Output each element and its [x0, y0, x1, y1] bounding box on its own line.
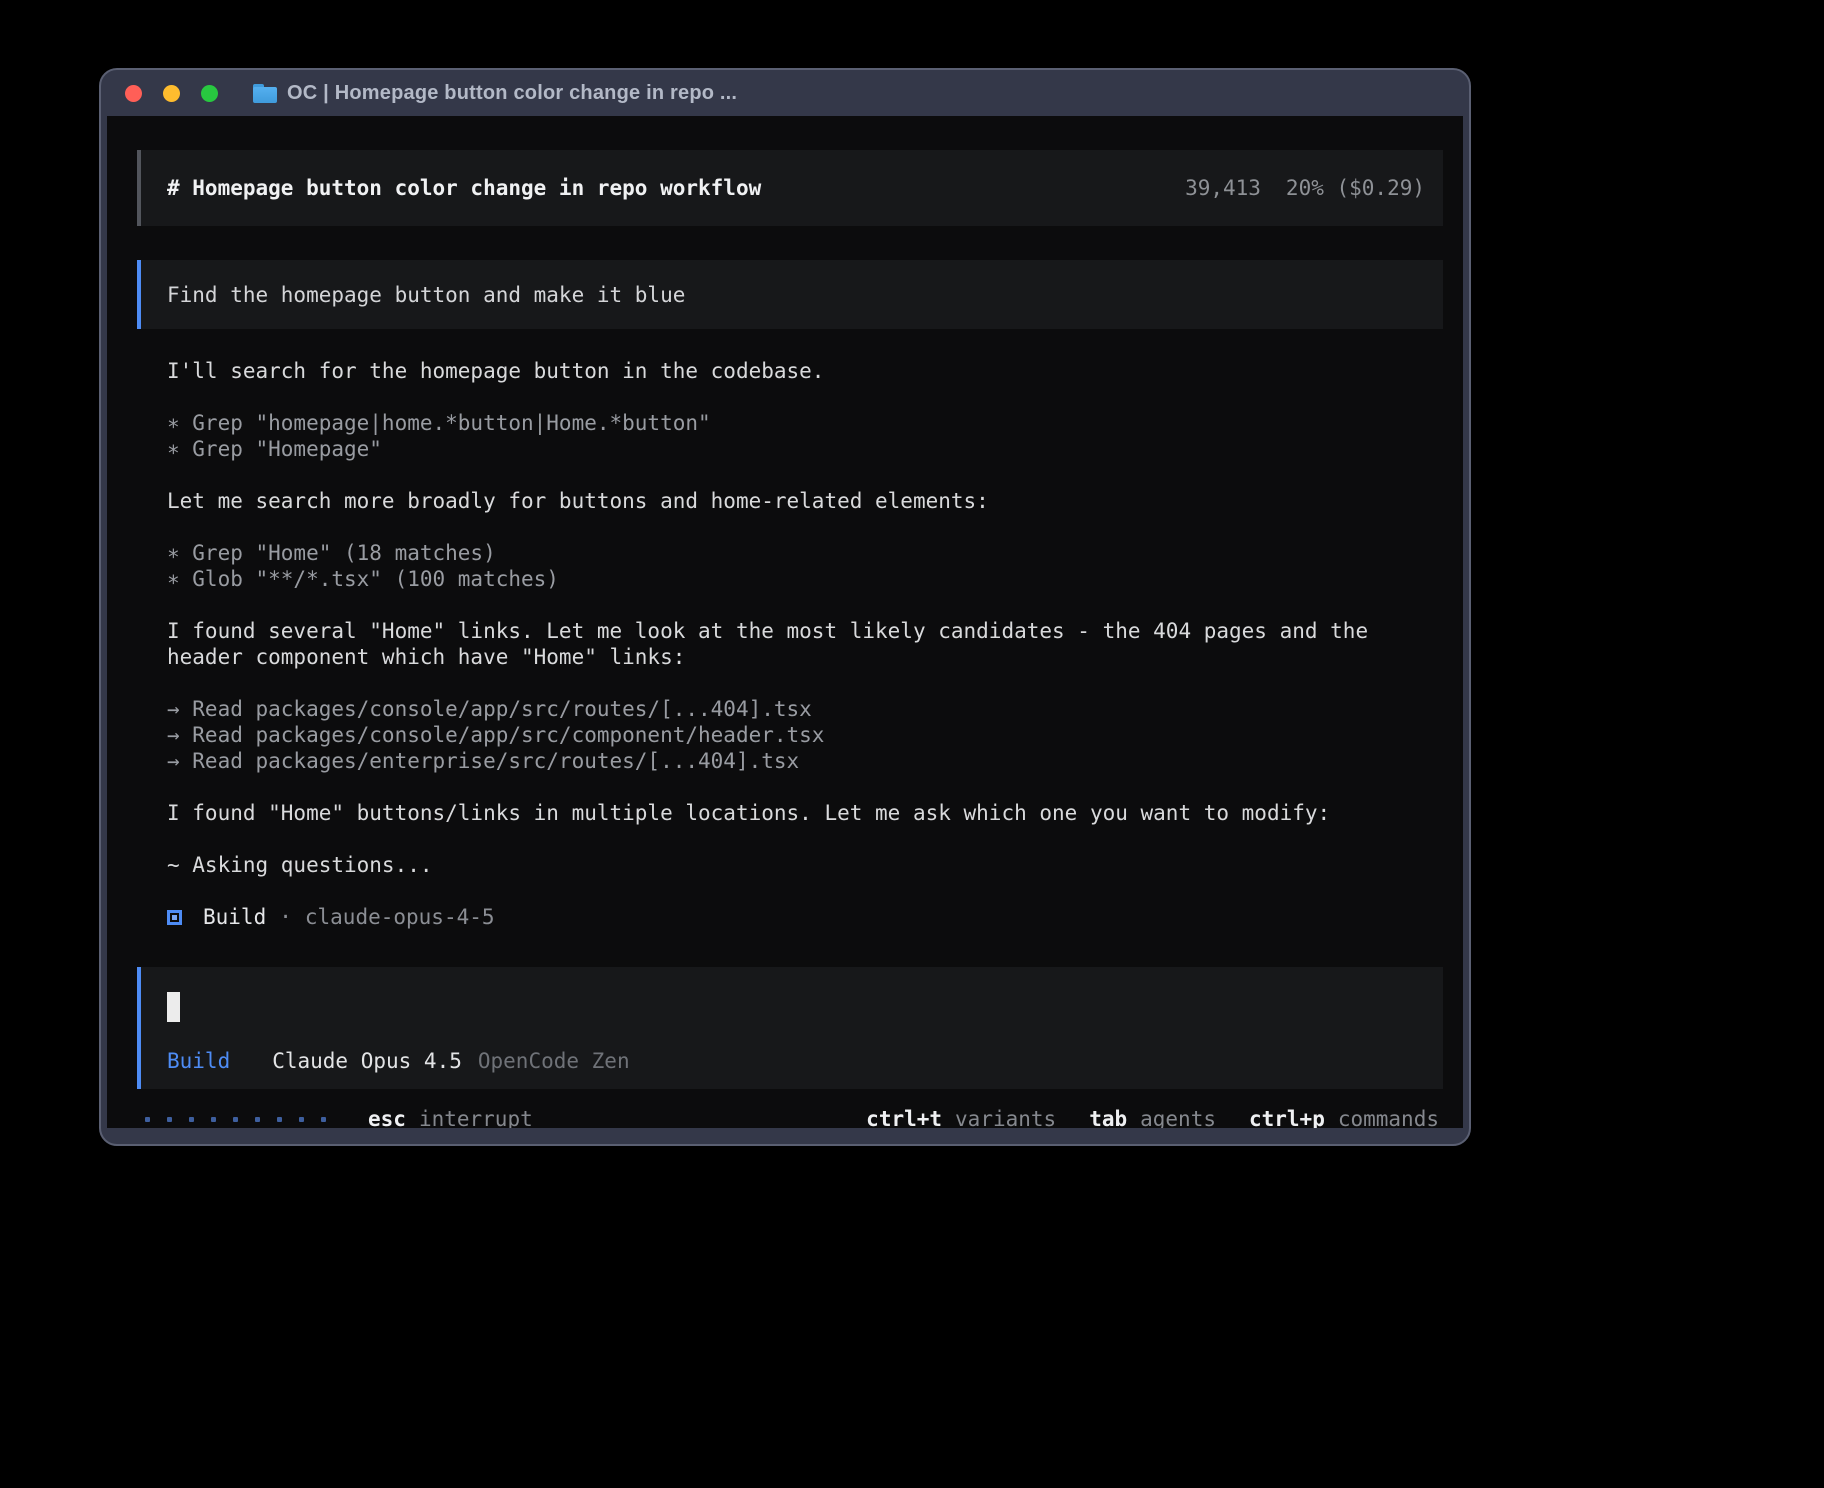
activity-dot — [189, 1117, 194, 1122]
tool-call-read: → Read packages/enterprise/src/routes/[.… — [167, 748, 1453, 774]
activity-dot — [277, 1117, 282, 1122]
assistant-text: I found several "Home" links. Let me loo… — [167, 618, 1453, 670]
activity-dots — [145, 1117, 326, 1122]
token-count: 39,413 — [1185, 176, 1261, 200]
activity-dot — [211, 1117, 216, 1122]
assistant-text: I'll search for the homepage button in t… — [167, 358, 1453, 384]
activity-dot — [145, 1117, 150, 1122]
build-agent-icon — [167, 910, 182, 925]
conversation: I'll search for the homepage button in t… — [167, 358, 1453, 930]
minimize-button[interactable] — [163, 85, 180, 102]
tool-call-grep: ∗ Grep "homepage|home.*button|Home.*butt… — [167, 410, 1453, 436]
user-message: Find the homepage button and make it blu… — [137, 260, 1443, 329]
session-header: # Homepage button color change in repo w… — [137, 150, 1443, 226]
close-button[interactable] — [125, 85, 142, 102]
window-title: OC | Homepage button color change in rep… — [287, 82, 737, 105]
commands-hint: ctrl+p commands — [1249, 1107, 1439, 1128]
session-stats: 39,413 20% ($0.29) — [1185, 176, 1425, 200]
titlebar[interactable]: OC | Homepage button color change in rep… — [101, 70, 1469, 116]
interrupt-hint: esc interrupt — [368, 1107, 533, 1128]
activity-dot — [255, 1117, 260, 1122]
prompt-input[interactable]: Build Claude Opus 4.5 OpenCode Zen — [137, 967, 1443, 1089]
activity-dot — [233, 1117, 238, 1122]
agent-model: claude-opus-4-5 — [305, 904, 495, 930]
status-bar: esc interrupt ctrl+t variants tab agents… — [137, 1097, 1443, 1128]
input-footer: Build Claude Opus 4.5 OpenCode Zen — [167, 1049, 630, 1073]
tool-call-read: → Read packages/console/app/src/routes/[… — [167, 696, 1453, 722]
user-message-text: Find the homepage button and make it blu… — [167, 283, 685, 307]
agent-name: Build — [203, 904, 266, 930]
activity-dot — [299, 1117, 304, 1122]
agent-attribution: Build · claude-opus-4-5 — [167, 904, 1453, 930]
folder-icon — [253, 84, 277, 103]
mode-badge[interactable]: Build — [167, 1049, 230, 1073]
agent-separator: · — [279, 904, 292, 930]
esc-key: esc — [368, 1107, 406, 1128]
context-cost: 20% ($0.29) — [1286, 176, 1425, 200]
text-cursor — [167, 992, 180, 1022]
tool-call-grep: ∗ Grep "Home" (18 matches) — [167, 540, 1453, 566]
agents-hint: tab agents — [1089, 1107, 1216, 1128]
tool-call-glob: ∗ Glob "**/*.tsx" (100 matches) — [167, 566, 1453, 592]
zoom-button[interactable] — [201, 85, 218, 102]
tool-call-read: → Read packages/console/app/src/componen… — [167, 722, 1453, 748]
activity-dot — [167, 1117, 172, 1122]
activity-dot — [321, 1117, 326, 1122]
terminal-content: # Homepage button color change in repo w… — [107, 116, 1463, 1128]
assistant-text: I found "Home" buttons/links in multiple… — [167, 800, 1453, 826]
session-title: # Homepage button color change in repo w… — [167, 176, 761, 200]
variants-hint: ctrl+t variants — [866, 1107, 1056, 1128]
provider-name: OpenCode Zen — [478, 1049, 630, 1073]
assistant-status: ~ Asking questions... — [167, 852, 1453, 878]
tool-call-grep: ∗ Grep "Homepage" — [167, 436, 1453, 462]
model-name[interactable]: Claude Opus 4.5 — [272, 1049, 462, 1073]
terminal-window: OC | Homepage button color change in rep… — [99, 68, 1471, 1146]
assistant-text: Let me search more broadly for buttons a… — [167, 488, 1453, 514]
